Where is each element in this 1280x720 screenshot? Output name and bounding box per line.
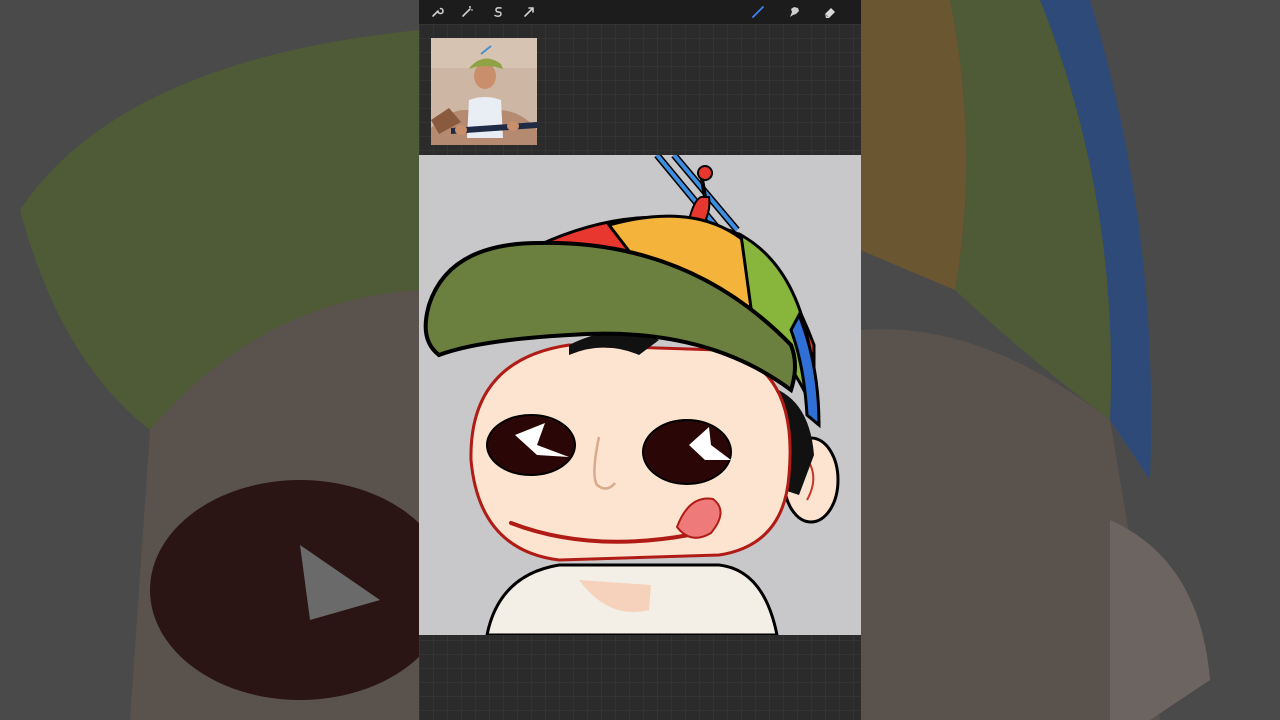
drawing-app — [419, 0, 861, 720]
reference-photo[interactable] — [431, 38, 537, 145]
transform-arrow-icon[interactable] — [520, 3, 538, 21]
eraser-icon[interactable] — [821, 3, 839, 21]
top-toolbar — [419, 0, 861, 24]
background-blur-left — [0, 0, 420, 720]
adjustments-wand-icon[interactable] — [458, 3, 476, 21]
wrench-icon[interactable] — [428, 3, 446, 21]
background-blur-right — [860, 0, 1280, 720]
canvas-workspace[interactable] — [419, 24, 861, 720]
brush-icon[interactable] — [749, 3, 767, 21]
selection-s-icon[interactable] — [489, 3, 507, 21]
artwork-canvas[interactable] — [419, 155, 861, 635]
smudge-icon[interactable] — [785, 3, 803, 21]
